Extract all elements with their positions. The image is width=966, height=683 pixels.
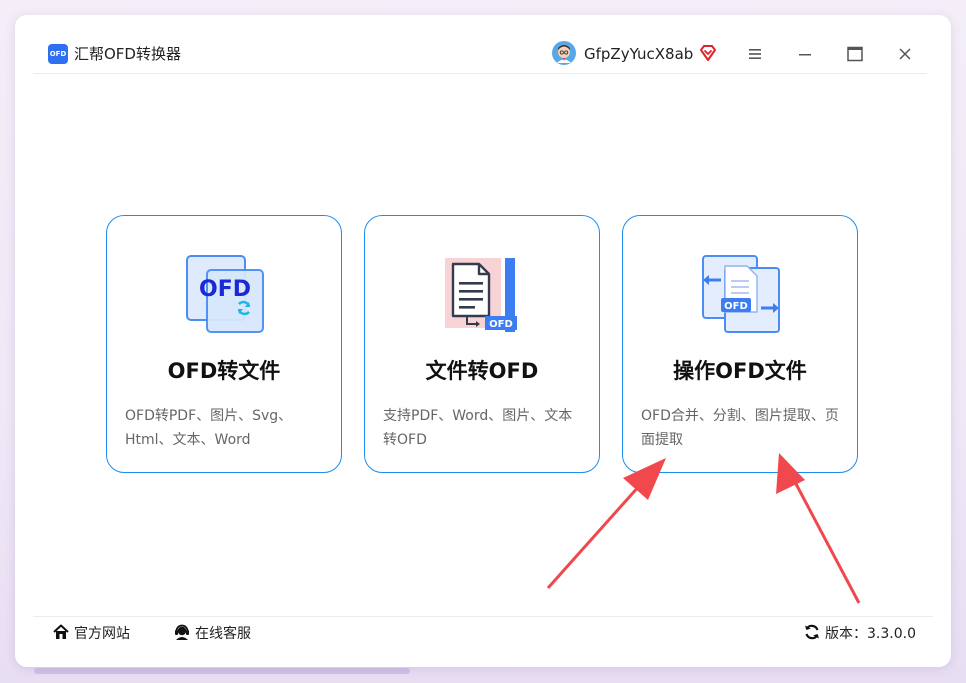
card-ofd-to-file[interactable]: OFD OFD转文件 OFD转PDF、图片、Svg、Html、文本、Word [106,215,342,473]
card-file-to-ofd[interactable]: OFD 文件转OFD 支持PDF、Word、图片、文本转OFD [364,215,600,473]
version-info: 版本：3.3.0.0 [803,623,916,645]
app-window: OFD 汇帮OFD转换器 GfpZyYucX8ab OFD OFD转文件 OFD… [15,15,951,667]
official-website-link[interactable]: 官方网站 [52,623,130,645]
ofd-badge-label: OFD [489,319,513,330]
card-title: 文件转OFD [425,359,539,383]
refresh-icon[interactable] [803,623,821,641]
ofd-convert-icon: OFD [186,255,264,333]
card-title: 操作OFD文件 [673,359,807,383]
card-description: OFD转PDF、图片、Svg、Html、文本、Word [125,408,293,448]
version-label: 版本：3.3.0.0 [825,626,916,642]
username[interactable]: GfpZyYucX8ab [584,44,693,64]
vip-diamond-icon[interactable] [698,43,718,63]
ofd-badge-label: OFD [724,301,748,312]
card-description: 支持PDF、Word、图片、文本转OFD [383,408,573,448]
online-service-link[interactable]: 在线客服 [173,623,251,645]
title-divider [33,73,927,74]
online-service-label: 在线客服 [195,626,251,642]
title-bar: OFD 汇帮OFD转换器 GfpZyYucX8ab [15,15,951,74]
home-icon [53,624,69,639]
official-website-label: 官方网站 [74,626,130,642]
card-title: OFD转文件 [167,359,281,383]
menu-icon[interactable] [744,43,766,65]
minimize-icon[interactable] [794,43,816,65]
app-title: 汇帮OFD转换器 [74,45,181,63]
customer-service-icon [175,624,189,640]
background-taskbar-strip [34,668,410,674]
close-icon[interactable] [894,43,916,65]
ofd-operate-icon: OFD [702,255,780,333]
footer-divider [33,616,933,617]
maximize-icon[interactable] [844,43,866,65]
card-description: OFD合并、分割、图片提取、页面提取 [641,408,839,448]
user-avatar-icon[interactable] [552,41,576,65]
file-to-ofd-icon: OFD [445,258,517,332]
ofd-icon-label: OFD [199,277,251,302]
card-operate-ofd[interactable]: OFD 操作OFD文件 OFD合并、分割、图片提取、页面提取 [622,215,858,473]
app-logo-icon: OFD [48,44,68,64]
